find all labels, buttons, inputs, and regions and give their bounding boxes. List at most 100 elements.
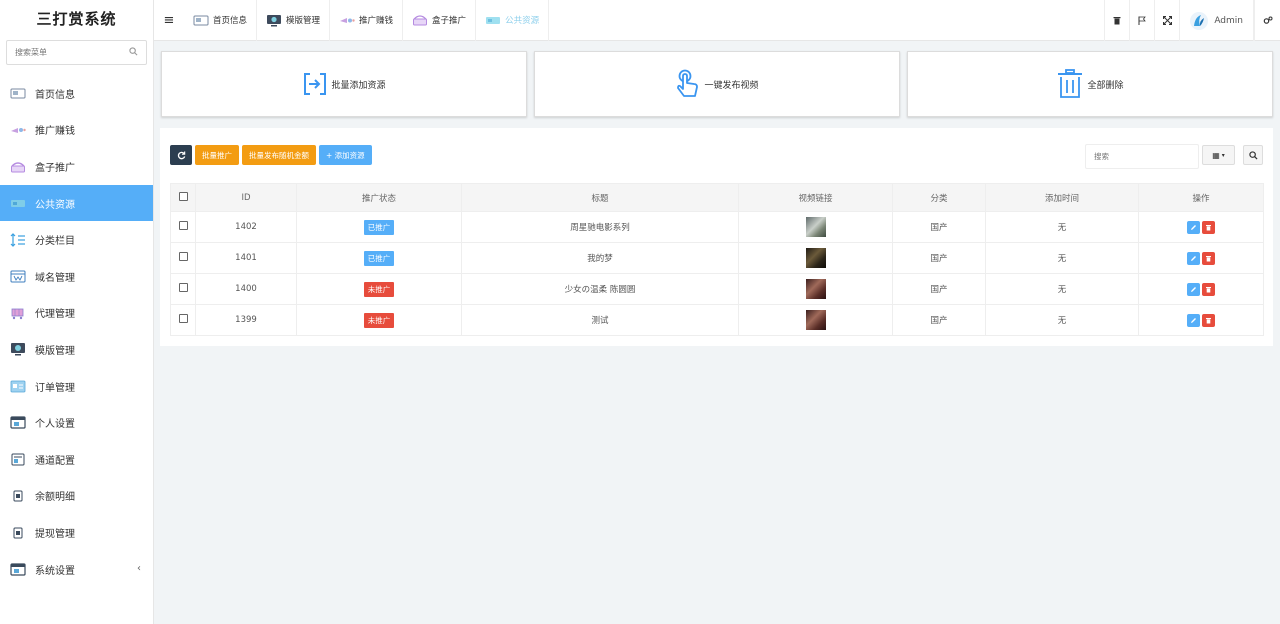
template-monitor-icon	[266, 14, 283, 26]
trash-icon	[1113, 17, 1121, 25]
header-status[interactable]: 推广状态	[296, 183, 462, 212]
sidebar-item-label: 域名管理	[35, 272, 75, 284]
sidebar-item-profile[interactable]: 个人设置	[0, 404, 153, 441]
sidebar-item-withdrawals[interactable]: 提现管理	[0, 514, 153, 551]
clear-cache-button[interactable]	[1104, 0, 1129, 41]
refresh-button[interactable]	[170, 145, 192, 165]
sidebar-item-label: 盒子推广	[35, 162, 75, 174]
card-label: 批量添加资源	[331, 80, 386, 91]
sidebar-item-label: 模版管理	[35, 345, 75, 357]
sidebar-search[interactable]	[6, 40, 147, 65]
status-badge: 未推广	[363, 312, 395, 328]
status-badge: 已推广	[363, 250, 395, 266]
tab-public-resources[interactable]: 公共资源	[476, 0, 550, 41]
delete-button[interactable]	[1202, 313, 1215, 327]
cell-title: 我的梦	[461, 242, 739, 274]
import-icon	[302, 71, 328, 97]
user-name: Admin	[1214, 15, 1243, 26]
tab-label: 首页信息	[213, 16, 248, 26]
video-thumbnail[interactable]	[805, 248, 826, 268]
cell-added-time: 无	[985, 242, 1139, 274]
settings-button[interactable]	[1254, 0, 1280, 41]
pencil-icon	[1191, 255, 1196, 261]
tab-label: 模版管理	[286, 16, 321, 26]
search-icon	[1248, 150, 1258, 160]
table-search-input[interactable]	[1086, 145, 1198, 168]
menu-search-input[interactable]	[7, 41, 146, 64]
sidebar-item-label: 系统设置	[35, 565, 75, 577]
topbar-tools: Admin	[1104, 0, 1280, 41]
template-monitor-icon	[10, 342, 26, 356]
header-id[interactable]: ID	[195, 183, 297, 212]
sidebar-item-domains[interactable]: 域名管理	[0, 258, 153, 295]
resources-panel: 批量推广 批量发布随机金额 + 添加资源 ▦▾ ID 推广状态 标题 视频链接 …	[160, 128, 1273, 346]
batch-random-amount-button[interactable]: 批量发布随机金额	[242, 145, 316, 165]
sidebar-item-label: 首页信息	[35, 89, 75, 101]
box-icon	[10, 159, 26, 173]
columns-toggle-button[interactable]: ▦ ▾	[1202, 145, 1235, 165]
language-button[interactable]	[1129, 0, 1154, 41]
sidebar-item-system-settings[interactable]: 系统设置 ‹	[0, 551, 153, 588]
tab-promote-earn[interactable]: 推广赚钱	[330, 0, 404, 41]
header-title[interactable]: 标题	[461, 183, 739, 212]
tab-home[interactable]: 首页信息	[184, 0, 258, 41]
user-menu[interactable]: Admin	[1179, 0, 1254, 41]
sidebar-item-balance[interactable]: 余额明细	[0, 478, 153, 515]
edit-button[interactable]	[1187, 251, 1200, 265]
sidebar-item-agents[interactable]: 代理管理	[0, 295, 153, 332]
batch-add-resources-card[interactable]: 批量添加资源	[161, 51, 527, 117]
header-category[interactable]: 分类	[892, 183, 986, 212]
edit-button[interactable]	[1187, 313, 1200, 327]
sidebar-item-templates[interactable]: 模版管理	[0, 331, 153, 368]
cell-added-time: 无	[985, 304, 1139, 336]
sidebar-item-promote-earn[interactable]: 推广赚钱	[0, 112, 153, 149]
table-header-row: ID 推广状态 标题 视频链接 分类 添加时间 操作	[170, 183, 1264, 212]
add-resource-button[interactable]: + 添加资源	[319, 145, 372, 165]
menu-toggle-icon[interactable]: ≡	[154, 13, 184, 28]
pencil-icon	[1191, 317, 1196, 323]
fullscreen-button[interactable]	[1154, 0, 1179, 41]
sidebar-item-label: 余额明细	[35, 492, 75, 504]
table-row: 1402 已推广 周星驰电影系列 国产 无	[170, 211, 1264, 243]
row-checkbox[interactable]	[178, 314, 188, 323]
balance-icon	[10, 489, 26, 503]
video-thumbnail[interactable]	[805, 217, 826, 237]
box-icon	[412, 14, 429, 26]
table-search[interactable]	[1085, 144, 1199, 169]
sidebar-item-public-resources[interactable]: 公共资源	[0, 184, 153, 222]
tab-label: 公共资源	[505, 16, 540, 26]
tab-box-promote[interactable]: 盒子推广	[403, 0, 477, 41]
video-thumbnail[interactable]	[805, 310, 826, 330]
select-all-checkbox[interactable]	[178, 191, 188, 201]
sidebar-item-channels[interactable]: 通道配置	[0, 441, 153, 478]
publish-video-card[interactable]: 一键发布视频	[534, 51, 900, 117]
batch-promote-button[interactable]: 批量推广	[195, 145, 239, 165]
flag-icon	[1138, 16, 1147, 25]
header-video-link[interactable]: 视频链接	[738, 183, 893, 212]
gears-icon	[1263, 16, 1272, 24]
row-checkbox[interactable]	[178, 283, 188, 292]
edit-button[interactable]	[1187, 220, 1200, 234]
sidebar-item-label: 推广赚钱	[35, 126, 75, 138]
delete-button[interactable]	[1202, 220, 1215, 234]
home-card-icon	[10, 86, 26, 100]
sidebar-item-home[interactable]: 首页信息	[0, 75, 153, 112]
sidebar-item-label: 提现管理	[35, 528, 75, 540]
edit-button[interactable]	[1187, 282, 1200, 296]
tab-templates[interactable]: 模版管理	[257, 0, 331, 41]
sidebar-item-categories[interactable]: 分类栏目	[0, 221, 153, 258]
delete-all-card[interactable]: 全部删除	[907, 51, 1273, 117]
search-button[interactable]	[1243, 145, 1263, 165]
pencil-icon	[1191, 286, 1196, 292]
row-checkbox[interactable]	[178, 252, 188, 261]
table-toolbar: 批量推广 批量发布随机金额 + 添加资源	[170, 145, 372, 165]
row-checkbox[interactable]	[178, 221, 188, 230]
domain-icon	[10, 269, 26, 283]
sidebar-item-box-promote[interactable]: 盒子推广	[0, 148, 153, 185]
delete-button[interactable]	[1202, 251, 1215, 265]
header-added-time[interactable]: 添加时间	[985, 183, 1139, 212]
sidebar-item-orders[interactable]: 订单管理	[0, 368, 153, 405]
cell-id: 1400	[195, 273, 297, 305]
delete-button[interactable]	[1202, 282, 1215, 296]
video-thumbnail[interactable]	[805, 279, 826, 299]
